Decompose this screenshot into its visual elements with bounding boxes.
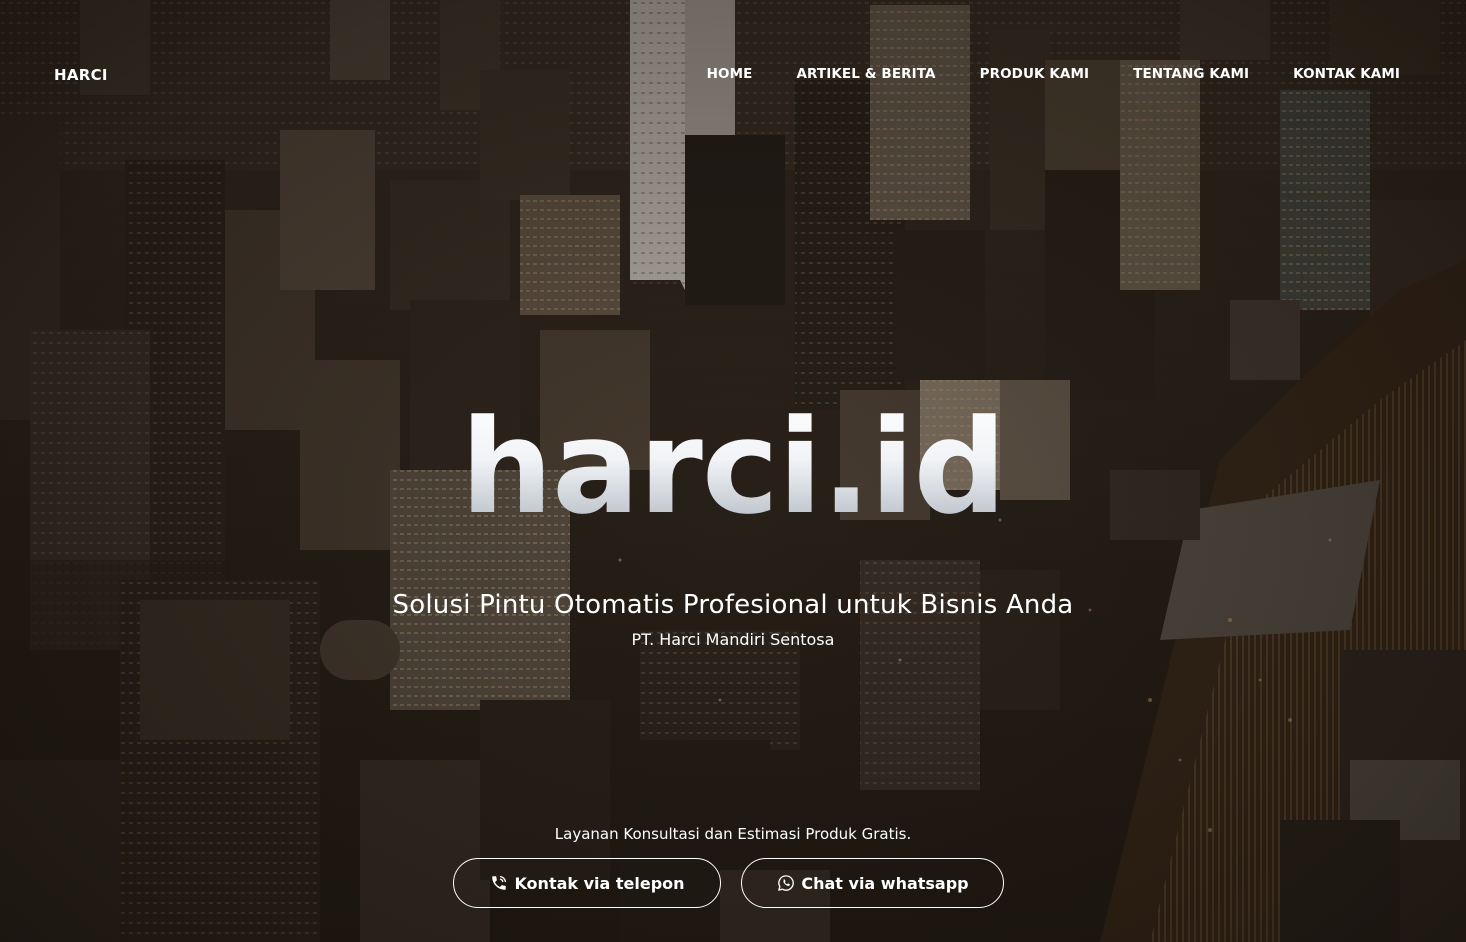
whatsapp-button-label: Chat via whatsapp bbox=[801, 873, 969, 893]
nav-link-tentang-kami[interactable]: TENTANG KAMI bbox=[1133, 66, 1249, 82]
brand-logo[interactable]: HARCI bbox=[54, 66, 108, 84]
nav-menu: HOME ARTIKEL & BERITA PRODUK KAMI TENTAN… bbox=[663, 66, 1400, 82]
consultation-text: Layanan Konsultasi dan Estimasi Produk G… bbox=[554, 825, 912, 843]
phone-contact-button[interactable]: Kontak via telepon bbox=[453, 858, 721, 908]
phone-button-label: Kontak via telepon bbox=[514, 873, 685, 893]
nav-link-artikel-berita[interactable]: ARTIKEL & BERITA bbox=[797, 66, 936, 82]
hero-section: HARCI HOME ARTIKEL & BERITA PRODUK KAMI … bbox=[0, 0, 1466, 942]
whatsapp-icon bbox=[776, 873, 796, 893]
nav-link-kontak-kami[interactable]: KONTAK KAMI bbox=[1293, 66, 1400, 82]
whatsapp-chat-button[interactable]: Chat via whatsapp bbox=[741, 858, 1004, 908]
nav-link-produk-kami[interactable]: PRODUK KAMI bbox=[980, 66, 1090, 82]
navbar: HARCI HOME ARTIKEL & BERITA PRODUK KAMI … bbox=[0, 0, 1466, 150]
hero-title: harci.id bbox=[0, 392, 1466, 542]
hero-subtitle: Solusi Pintu Otomatis Profesional untuk … bbox=[392, 590, 1074, 620]
company-name: PT. Harci Mandiri Sentosa bbox=[631, 630, 835, 649]
phone-volume-icon bbox=[489, 873, 509, 893]
nav-link-home[interactable]: HOME bbox=[707, 66, 753, 82]
